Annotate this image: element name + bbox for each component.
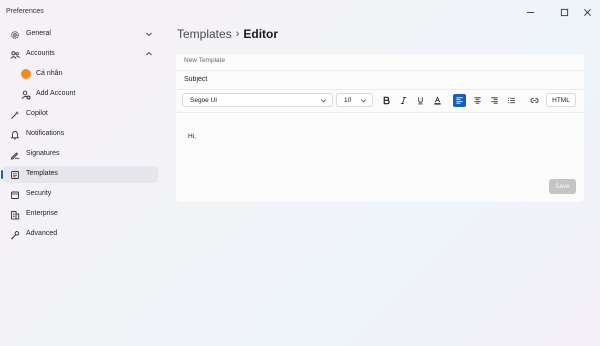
page-title: Editor: [243, 27, 279, 41]
sidebar-item-accounts[interactable]: Accounts: [3, 46, 158, 63]
template-name-input[interactable]: [184, 57, 574, 64]
sidebar-item-ca-nhan[interactable]: Cá nhân: [3, 66, 158, 83]
minimize-button[interactable]: [519, 4, 541, 20]
chevron-up-icon: [146, 51, 152, 56]
close-button[interactable]: [576, 4, 598, 20]
chevron-right-icon: ›: [235, 28, 240, 40]
italic-button[interactable]: [397, 94, 410, 107]
subject-row: [176, 71, 584, 90]
sidebar-item-add-account[interactable]: Add Account: [3, 86, 158, 103]
chevron-down-icon: [321, 99, 326, 103]
building-icon: [9, 209, 20, 220]
window-title: Preferences: [6, 8, 44, 15]
font-color-button[interactable]: [431, 94, 444, 107]
align-left-button[interactable]: [453, 94, 466, 107]
italic-icon: [400, 96, 407, 105]
sidebar-item-label: Cá nhân: [36, 70, 63, 77]
breadcrumb: Templates › Editor: [177, 27, 278, 41]
minimize-icon: [526, 11, 534, 13]
sidebar-item-label: Templates: [26, 170, 58, 177]
sidebar-item-label: Accounts: [26, 50, 55, 57]
sidebar-item-label: Add Account: [36, 90, 76, 97]
title-bar: Preferences: [0, 0, 600, 24]
wrench-icon: [9, 229, 20, 240]
sidebar-item-copilot[interactable]: Copilot: [3, 106, 158, 123]
link-button[interactable]: [528, 94, 541, 107]
font-family-select[interactable]: Segoe UI: [182, 93, 333, 107]
sidebar-item-notifications[interactable]: Notifications: [3, 126, 158, 143]
editor-body-text[interactable]: Hi,: [188, 133, 196, 140]
gear-icon: [9, 29, 20, 40]
copilot-icon: [9, 109, 20, 120]
maximize-button[interactable]: [553, 4, 575, 20]
bold-icon: [383, 96, 390, 105]
link-icon: [530, 98, 539, 103]
people-icon: [9, 49, 20, 60]
bold-button[interactable]: [380, 94, 393, 107]
sidebar-item-label: Copilot: [26, 110, 48, 117]
format-toolbar: Segoe UI 10 HTML: [176, 90, 584, 113]
sidebar-item-templates[interactable]: Templates: [1, 166, 158, 183]
underline-icon: [418, 97, 423, 105]
align-right-button[interactable]: [488, 94, 501, 107]
template-editor: Segoe UI 10: [176, 54, 584, 202]
close-icon: [583, 8, 591, 16]
sidebar-item-label: Notifications: [26, 130, 65, 137]
align-center-button[interactable]: [471, 94, 484, 107]
sidebar-item-label: Signatures: [26, 150, 60, 157]
sidebar-item-security[interactable]: Security: [3, 186, 158, 203]
sidebar-item-signatures[interactable]: Signatures: [3, 146, 158, 163]
bell-icon: [9, 129, 20, 140]
font-color-icon: [434, 96, 441, 105]
add-account-icon: [20, 89, 31, 100]
signature-icon: [9, 149, 20, 160]
font-size-select[interactable]: 10: [336, 93, 373, 107]
save-button[interactable]: Save: [549, 179, 576, 194]
template-icon: [9, 169, 20, 180]
avatar: [21, 69, 31, 79]
align-center-icon: [474, 97, 481, 104]
align-right-icon: [491, 97, 498, 104]
subject-input[interactable]: [184, 76, 574, 83]
sidebar-item-label: General: [26, 30, 51, 37]
html-toggle-button[interactable]: HTML: [546, 93, 576, 107]
sidebar-item-label: Advanced: [26, 230, 58, 237]
bullet-list-button[interactable]: [505, 94, 518, 107]
maximize-icon: [560, 8, 568, 16]
align-left-icon: [456, 97, 463, 104]
bullet-list-icon: [508, 97, 515, 104]
sidebar-item-general[interactable]: General: [3, 26, 158, 43]
sidebar-item-label: Enterprise: [26, 210, 58, 217]
sidebar-item-label: Security: [26, 190, 52, 197]
template-name-row: [176, 54, 584, 71]
font-family-value: Segoe UI: [190, 96, 218, 104]
underline-button[interactable]: [414, 94, 427, 107]
sidebar-item-advanced[interactable]: Advanced: [3, 226, 158, 243]
shield-icon: [9, 189, 20, 200]
font-size-value: 10: [344, 96, 352, 104]
breadcrumb-parent[interactable]: Templates: [177, 27, 232, 41]
sidebar-item-enterprise[interactable]: Enterprise: [3, 206, 158, 223]
chevron-down-icon: [361, 99, 366, 103]
chevron-down-icon: [146, 32, 152, 37]
